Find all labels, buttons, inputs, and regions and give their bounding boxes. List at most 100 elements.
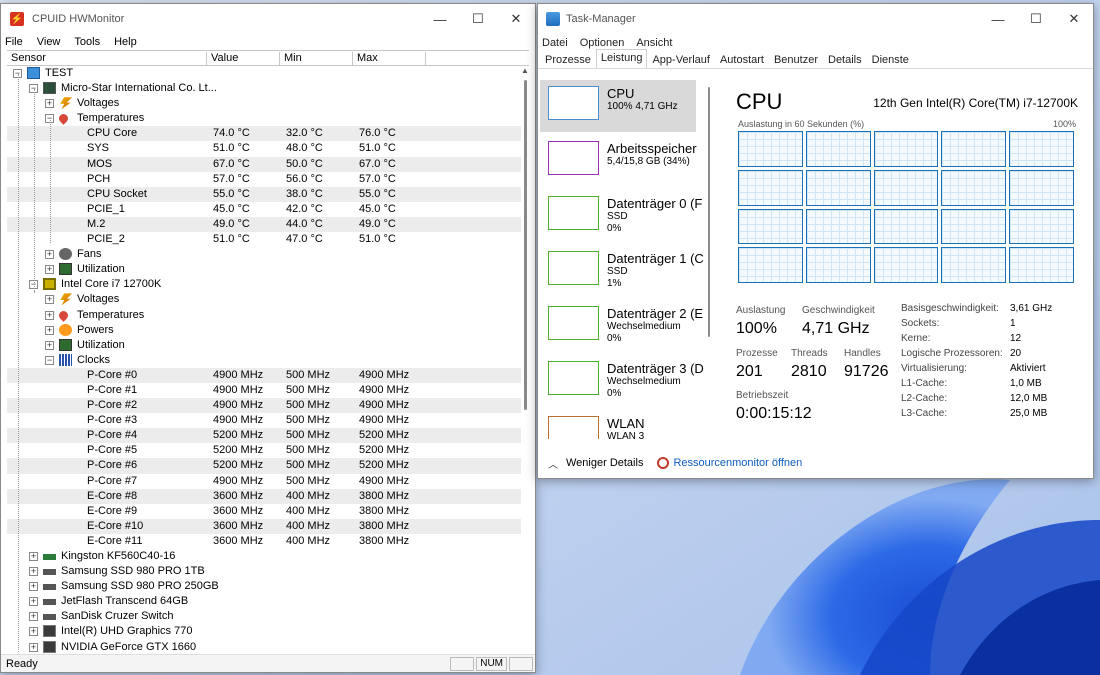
hwmonitor-titlebar[interactable]: ⚡ CPUID HWMonitor — ☐ ✕ <box>1 4 535 34</box>
sidebar-item[interactable]: WLAN WLAN 3 <box>540 410 696 439</box>
tree-node[interactable]: + Voltages <box>7 292 521 307</box>
tree-node[interactable]: + Powers <box>7 323 521 338</box>
menu-datei[interactable]: Datei <box>542 37 568 49</box>
sidebar-thumbnail-graph <box>548 251 599 285</box>
menu-optionen[interactable]: Optionen <box>580 37 625 49</box>
sensor-value: 3600 MHz <box>213 489 264 502</box>
maximize-button[interactable]: ☐ <box>1017 4 1055 34</box>
sidebar-item[interactable]: Datenträger 3 (D Wechselmedium 0% <box>540 355 704 407</box>
sidebar-item[interactable]: Datenträger 2 (E Wechselmedium 0% <box>540 300 703 352</box>
sidebar-item[interactable]: Datenträger 1 (C SSD 1% <box>540 245 704 297</box>
expand-icon[interactable]: + <box>45 340 54 350</box>
sensor-row[interactable]: P-Core #6 5200 MHz 500 MHz 5200 MHz <box>7 458 521 474</box>
menu-ansicht[interactable]: Ansicht <box>636 37 672 49</box>
auslastung-value: 100% <box>736 320 777 337</box>
sidebar-item[interactable]: Datenträger 0 (F SSD 0% <box>540 190 702 242</box>
tree-node[interactable]: − Clocks <box>7 353 521 368</box>
sensor-row[interactable]: E-Core #9 3600 MHz 400 MHz 3800 MHz <box>7 504 521 519</box>
sensor-tree-scrollbar[interactable]: ▲ <box>519 66 531 653</box>
tree-node[interactable]: − TEST <box>7 66 521 81</box>
weniger-details-button[interactable]: ︿ Weniger Details <box>548 456 643 471</box>
tree-node[interactable]: + Voltages <box>7 96 521 111</box>
scroll-up-icon[interactable]: ▲ <box>521 66 529 75</box>
tree-node[interactable]: − Intel Core i7 12700K <box>7 277 521 292</box>
expand-icon[interactable]: + <box>45 265 54 275</box>
expand-icon[interactable]: + <box>45 325 54 335</box>
sensor-row[interactable]: E-Core #8 3600 MHz 400 MHz 3800 MHz <box>7 488 521 504</box>
menubar: File View Tools Help <box>1 34 535 50</box>
tree-node[interactable]: + Intel(R) UHD Graphics 770 <box>7 624 521 639</box>
expand-icon[interactable]: + <box>29 597 38 607</box>
expand-icon[interactable]: + <box>29 642 38 652</box>
tab-autostart[interactable]: Autostart <box>715 51 769 68</box>
sensor-row[interactable]: P-Core #5 5200 MHz 500 MHz 5200 MHz <box>7 443 521 458</box>
expand-icon[interactable]: + <box>45 250 54 260</box>
minimize-button[interactable]: — <box>979 4 1017 34</box>
close-button[interactable]: ✕ <box>497 4 535 34</box>
sensor-row[interactable]: P-Core #4 5200 MHz 500 MHz 5200 MHz <box>7 428 521 444</box>
sensor-row[interactable]: CPU Core 74.0 °C 32.0 °C 76.0 °C <box>7 126 521 142</box>
expand-icon[interactable]: + <box>45 295 54 305</box>
sensor-row[interactable]: PCIE_1 45.0 °C 42.0 °C 45.0 °C <box>7 202 521 217</box>
sensor-row[interactable]: P-Core #3 4900 MHz 500 MHz 4900 MHz <box>7 413 521 428</box>
sensor-row[interactable]: PCH 57.0 °C 56.0 °C 57.0 °C <box>7 172 521 187</box>
sensor-row[interactable]: PCIE_2 51.0 °C 47.0 °C 51.0 °C <box>7 232 521 247</box>
sensor-row[interactable]: P-Core #2 4900 MHz 500 MHz 4900 MHz <box>7 398 521 414</box>
graph-max-label: 100% <box>1052 119 1076 129</box>
expand-icon[interactable]: + <box>29 627 38 637</box>
tree-node[interactable]: + Fans <box>7 247 521 262</box>
expand-icon[interactable]: + <box>29 567 38 577</box>
sensor-row[interactable]: M.2 49.0 °C 44.0 °C 49.0 °C <box>7 216 521 233</box>
tab-leistung[interactable]: Leistung <box>595 49 648 68</box>
sensor-max: 51.0 °C <box>359 142 396 155</box>
sensor-row[interactable]: P-Core #1 4900 MHz 500 MHz 4900 MHz <box>7 383 521 398</box>
expand-icon[interactable]: + <box>45 310 54 320</box>
tree-node[interactable]: + Samsung SSD 980 PRO 1TB <box>7 564 521 579</box>
sensor-row[interactable]: P-Core #0 4900 MHz 500 MHz 4900 MHz <box>7 367 521 383</box>
ressourcenmonitor-link[interactable]: Ressourcenmonitor öffnen <box>657 457 802 469</box>
expand-icon[interactable]: + <box>29 582 38 592</box>
scrollbar-thumb[interactable] <box>524 80 527 410</box>
expand-icon[interactable]: + <box>29 612 38 622</box>
tree-node[interactable]: + Kingston KF560C40-16 <box>7 549 521 564</box>
expand-icon[interactable]: + <box>45 99 54 109</box>
cpu-core-graph <box>1009 208 1074 245</box>
tab-details[interactable]: Details <box>823 51 867 68</box>
sensor-row[interactable]: MOS 67.0 °C 50.0 °C 67.0 °C <box>7 156 521 172</box>
sensor-row[interactable]: SYS 51.0 °C 48.0 °C 51.0 °C <box>7 141 521 156</box>
sidebar-scrollbar[interactable] <box>708 87 710 337</box>
tree-node[interactable]: + NVIDIA GeForce GTX 1660 <box>7 640 521 653</box>
taskmanager-titlebar[interactable]: Task-Manager — ☐ ✕ <box>538 4 1093 34</box>
tree-node[interactable]: + Samsung SSD 980 PRO 250GB <box>7 579 521 594</box>
tree-node[interactable]: + Utilization <box>7 338 521 353</box>
sidebar-item[interactable]: Arbeitsspeicher 5,4/15,8 GB (34%) <box>540 135 697 187</box>
collapse-icon[interactable]: − <box>45 355 54 365</box>
close-button[interactable]: ✕ <box>1055 4 1093 34</box>
tree-node[interactable]: + Temperatures <box>7 308 521 323</box>
tree-node[interactable]: − Micro-Star International Co. Lt... <box>7 81 521 96</box>
sidebar-item[interactable]: CPU 100% 4,71 GHz <box>540 80 696 132</box>
sensor-row[interactable]: CPU Socket 55.0 °C 38.0 °C 55.0 °C <box>7 186 521 202</box>
column-sensor[interactable]: Sensor <box>7 52 207 66</box>
tree-node[interactable]: + Utilization <box>7 262 521 277</box>
maximize-button[interactable]: ☐ <box>459 4 497 34</box>
column-max[interactable]: Max <box>353 52 426 66</box>
menu-help[interactable]: Help <box>114 36 137 48</box>
menu-view[interactable]: View <box>37 36 61 48</box>
tree-node[interactable]: − Temperatures <box>7 111 521 126</box>
menu-tools[interactable]: Tools <box>74 36 100 48</box>
menu-file[interactable]: File <box>5 36 23 48</box>
tab-prozesse[interactable]: Prozesse <box>540 51 596 68</box>
tree-node[interactable]: + JetFlash Transcend 64GB <box>7 594 521 609</box>
sensor-row[interactable]: E-Core #10 3600 MHz 400 MHz 3800 MHz <box>7 518 521 534</box>
minimize-button[interactable]: — <box>421 4 459 34</box>
sensor-row[interactable]: P-Core #7 4900 MHz 500 MHz 4900 MHz <box>7 474 521 489</box>
column-value[interactable]: Value <box>207 52 280 66</box>
tree-node[interactable]: + SanDisk Cruzer Switch <box>7 609 521 624</box>
sensor-row[interactable]: E-Core #11 3600 MHz 400 MHz 3800 MHz <box>7 534 521 549</box>
expand-icon[interactable]: + <box>29 552 38 561</box>
column-min[interactable]: Min <box>280 52 353 66</box>
tab-dienste[interactable]: Dienste <box>867 51 914 68</box>
tab-app-verlauf[interactable]: App-Verlauf <box>647 51 714 68</box>
tab-benutzer[interactable]: Benutzer <box>769 51 823 68</box>
